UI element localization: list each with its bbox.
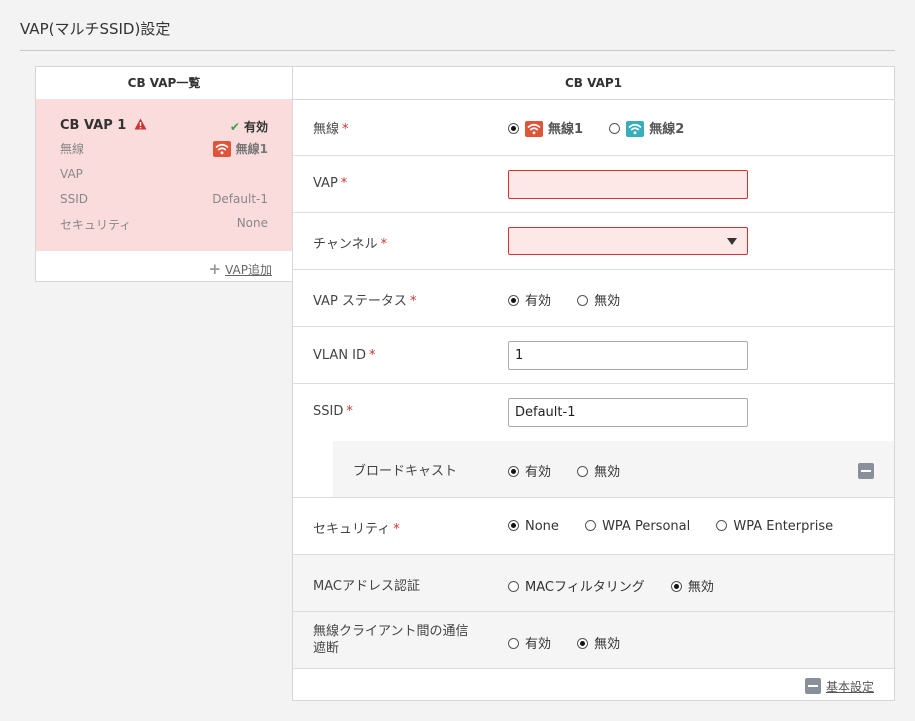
vap-name-input[interactable]	[508, 170, 748, 199]
security-label: セキュリティ *	[313, 522, 400, 537]
mac-filter-option[interactable]: MACフィルタリング	[508, 576, 645, 595]
radio-button[interactable]	[577, 466, 589, 477]
radio-option-2[interactable]: 無線2	[609, 118, 684, 137]
radio-button[interactable]	[508, 295, 519, 306]
vap-settings-header: CB VAP1	[293, 67, 894, 100]
isolation-enabled-option[interactable]: 有効	[508, 633, 551, 652]
client-isolation-label: 無線クライアント間の通信 遮断	[313, 624, 469, 656]
broadcast-label: ブロードキャスト	[353, 464, 458, 479]
radio-button[interactable]	[585, 520, 597, 531]
radio-button[interactable]	[508, 638, 519, 649]
vlan-id-input[interactable]	[508, 341, 748, 370]
security-wpa-enterprise-option[interactable]: WPA Enterprise	[716, 519, 833, 534]
channel-row: チャンネル *	[293, 213, 894, 270]
collapse-icon	[804, 678, 821, 694]
add-vap-link[interactable]: + VAP追加	[209, 260, 272, 278]
vap-card-row-value: Default-1	[212, 192, 268, 206]
mac-auth-row: MACアドレス認証 MACフィルタリング 無効	[293, 555, 894, 612]
client-isolation-row: 無線クライアント間の通信 遮断 有効 無効	[293, 612, 894, 669]
radio-option-1[interactable]: 無線1	[508, 118, 583, 137]
mac-auth-label: MACアドレス認証	[313, 579, 420, 594]
security-none-option[interactable]: None	[508, 519, 559, 534]
vap-card-name: CB VAP 1	[60, 118, 127, 133]
plus-icon: +	[208, 260, 222, 278]
status-enabled-option[interactable]: 有効	[508, 290, 551, 309]
vlan-row: VLAN ID *	[293, 327, 894, 384]
vap-list-panel: CB VAP一覧 CB VAP 1 ✔ 有効 無線 無線1 VAP SSID D…	[35, 66, 293, 282]
vap-card-radio-value: 無線1	[235, 142, 268, 156]
vap-card-row-value: 無線1	[212, 140, 268, 157]
vap-card-row-ssid: SSID Default-1	[60, 192, 268, 206]
wifi-icon	[626, 121, 645, 137]
vap-card-row-label: 無線	[60, 142, 85, 156]
vap-card-status: ✔ 有効	[230, 118, 268, 135]
radio-label: 無線 *	[313, 122, 349, 137]
radio-row: 無線 * 無線1 無線2	[293, 99, 894, 156]
vap-label: VAP *	[313, 176, 348, 191]
collapse-icon[interactable]	[858, 463, 874, 479]
channel-label: チャンネル *	[313, 237, 388, 252]
vap-card-row-value: None	[236, 216, 268, 230]
broadcast-enabled-option[interactable]: 有効	[508, 461, 551, 480]
vap-card-row-label: セキュリティ	[60, 218, 132, 232]
vap-row: VAP *	[293, 156, 894, 213]
vap-settings-panel: CB VAP1 無線 * 無線1 無線2 VAP * チャンネル * VAP ステータ…	[292, 66, 895, 701]
radio-button[interactable]	[716, 520, 728, 531]
radio-button[interactable]	[577, 295, 589, 306]
broadcast-row: ブロードキャスト 有効 無効	[333, 441, 894, 497]
security-row: セキュリティ * None WPA Personal WPA Enterprise	[293, 498, 894, 555]
vlan-label: VLAN ID *	[313, 348, 376, 363]
vap-status-row: VAP ステータス * 有効 無効	[293, 270, 894, 327]
vap-card[interactable]: CB VAP 1 ✔有効 無線 無線1 VAP SSID Default-1	[36, 99, 292, 251]
radio-button[interactable]	[609, 123, 621, 134]
radio-button[interactable]	[508, 520, 519, 531]
chevron-down-icon	[727, 238, 737, 245]
status-disabled-option[interactable]: 無効	[577, 290, 620, 309]
vap-card-row-security: セキュリティ None	[60, 216, 268, 233]
wifi-icon	[525, 121, 543, 137]
isolation-disabled-option[interactable]: 無効	[577, 633, 620, 652]
radio-button[interactable]	[577, 638, 589, 649]
page-title: VAP(マルチSSID)設定	[20, 20, 171, 38]
radio-button[interactable]	[508, 581, 519, 592]
mac-disabled-option[interactable]: 無効	[670, 576, 714, 595]
channel-select[interactable]	[508, 227, 748, 255]
radio-button[interactable]	[670, 581, 682, 592]
security-wpa-personal-option[interactable]: WPA Personal	[585, 519, 690, 534]
vap-card-row-label: SSID	[60, 192, 89, 206]
vap-card-status-text: 有効	[243, 120, 268, 134]
ssid-input[interactable]	[508, 398, 748, 427]
vap-card-row-vap: VAP	[60, 167, 268, 181]
radio-button[interactable]	[508, 466, 519, 477]
ssid-row: SSID* ブロードキャスト 有効 無効	[293, 384, 894, 498]
vap-card-title-row: CB VAP 1 ✔ 有効	[60, 118, 268, 135]
wifi-icon	[212, 141, 231, 157]
ssid-label: SSID *	[313, 404, 353, 419]
vap-list-header: CB VAP一覧	[36, 67, 292, 100]
warning-icon	[134, 118, 147, 133]
basic-settings-link[interactable]: 基本設定	[804, 678, 874, 697]
basic-settings-label: 基本設定	[825, 680, 874, 694]
check-icon: ✔	[229, 120, 240, 134]
radio-button[interactable]	[508, 123, 519, 134]
vap-card-row-radio: 無線 無線1	[60, 140, 268, 157]
broadcast-disabled-option[interactable]: 無効	[577, 461, 620, 480]
vap-status-label: VAP ステータス *	[313, 294, 417, 309]
radio-options: 無線1 無線2	[508, 118, 706, 137]
add-vap-label: VAP追加	[225, 263, 272, 277]
title-divider	[20, 50, 895, 51]
vap-card-row-label: VAP	[60, 167, 83, 181]
